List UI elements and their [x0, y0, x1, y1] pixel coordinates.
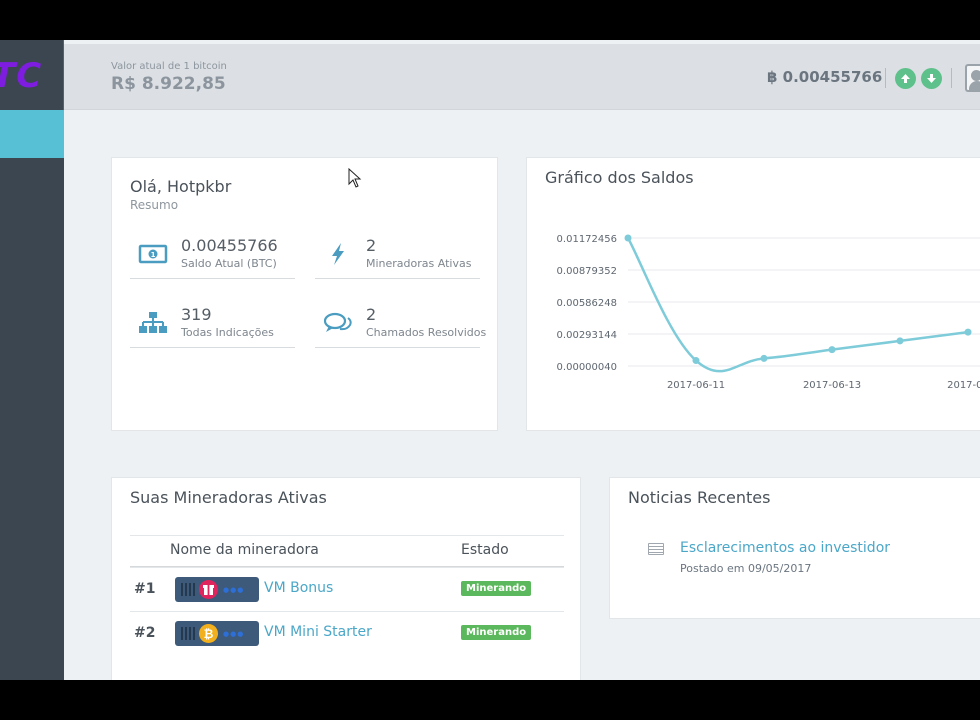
data-point: [964, 328, 972, 336]
avatar-body-icon: [969, 81, 980, 90]
bitcoin-coin-icon: ₿: [199, 624, 218, 643]
stat-active-miners: 2 Mineradoras Ativas: [315, 235, 480, 279]
miners-title: Suas Mineradoras Ativas: [130, 488, 327, 507]
stat-value: 2: [366, 305, 377, 324]
data-point: [624, 234, 632, 242]
table-header: Nome da mineradora Estado: [130, 535, 564, 567]
stat-label: Chamados Resolvidos: [366, 326, 487, 339]
news-date: Postado em 09/05/2017: [680, 562, 812, 575]
avatar-head-icon: [971, 70, 980, 81]
column-header-state: Estado: [461, 542, 509, 558]
data-point: [896, 337, 904, 345]
balance-chart-panel: Gráfico dos Saldos 0.00000040 0.00293144 0…: [526, 157, 980, 431]
stat-tickets: 2 Chamados Resolvidos: [315, 304, 486, 348]
newspaper-icon: [648, 543, 664, 555]
deposit-button[interactable]: [895, 68, 916, 89]
y-tick-label: 0.01172456: [557, 234, 617, 245]
btc-price-value: R$ 8.922,85: [111, 74, 226, 94]
miner-thumbnail: ●●●: [175, 577, 259, 602]
data-point: [760, 354, 768, 362]
miner-name-link[interactable]: VM Mini Starter: [264, 624, 372, 640]
stat-value: 0.00455766: [181, 236, 278, 255]
data-point: [692, 357, 700, 365]
news-title: Noticias Recentes: [628, 488, 771, 507]
news-item: Esclarecimentos ao investidor Postado em…: [648, 540, 978, 581]
table-row: #2 ₿ ●●● VM Mini Starter Minerando: [130, 611, 564, 655]
stat-balance: 1 0.00455766 Saldo Atual (BTC): [130, 235, 295, 279]
gift-coin-icon: [199, 580, 218, 599]
btc-balance: ฿ 0.00455766: [767, 68, 883, 86]
avatar[interactable]: [965, 64, 980, 92]
stat-label: Saldo Atual (BTC): [181, 257, 277, 270]
sitemap-icon: [139, 312, 167, 333]
table-row: #1 ●●● VM Bonus Minerando: [130, 567, 564, 611]
x-tick-label: 2017-06-11: [667, 380, 725, 391]
topbar-divider: [885, 68, 886, 88]
status-badge: Minerando: [461, 581, 532, 596]
mouse-cursor-icon: [348, 168, 362, 188]
active-miners-panel: Suas Mineradoras Ativas Nome da minerado…: [111, 477, 581, 680]
status-badge: Minerando: [461, 625, 532, 640]
sidebar-item-active[interactable]: [0, 110, 64, 158]
arrow-up-icon: [901, 74, 910, 83]
letterbox-bottom: [0, 680, 980, 720]
stat-value: 319: [181, 305, 212, 324]
svg-text:₿: ₿: [204, 627, 214, 641]
y-tick-label: 0.00879352: [557, 266, 617, 277]
stat-label: Mineradoras Ativas: [366, 257, 472, 270]
letterbox-top: [0, 0, 980, 40]
series-line: [626, 237, 969, 373]
miner-number: #2: [134, 625, 156, 641]
balance-chart: 0.00000040 0.00293144 0.00586248 0.00879352…: [557, 234, 980, 391]
stat-value: 2: [366, 236, 377, 255]
miners-table: Nome da mineradora Estado #1 ●●● VM Bonu…: [130, 535, 564, 655]
x-tick-label: 2017-06-13: [803, 380, 861, 391]
summary-subtitle: Resumo: [130, 198, 179, 212]
logo-text: TC: [0, 56, 43, 96]
y-tick-label: 0.00586248: [557, 298, 617, 309]
app-window: TC Valor atual de 1 bitcoin R$ 8.922,85 …: [0, 40, 980, 680]
stat-label: Todas Indicações: [181, 326, 274, 339]
x-tick-label: 2017-06: [947, 380, 980, 391]
bolt-icon: [332, 243, 344, 265]
news-link[interactable]: Esclarecimentos ao investidor: [680, 540, 890, 556]
miner-thumbnail: ₿ ●●●: [175, 621, 259, 646]
miner-number: #1: [134, 581, 156, 597]
money-icon: 1: [138, 244, 168, 264]
y-tick-label: 0.00293144: [557, 330, 617, 341]
greeting: Olá, Hotpkbr: [130, 177, 232, 196]
withdraw-button[interactable]: [921, 68, 942, 89]
data-point: [828, 346, 836, 354]
miner-name-link[interactable]: VM Bonus: [264, 580, 333, 596]
logo[interactable]: TC: [0, 40, 64, 110]
news-panel: Noticias Recentes Esclarecimentos ao inv…: [609, 477, 980, 619]
arrow-down-icon: [927, 74, 936, 83]
svg-text:1: 1: [151, 251, 156, 259]
sidebar: TC: [0, 40, 64, 680]
topbar-divider: [951, 68, 952, 88]
btc-price-label: Valor atual de 1 bitcoin: [111, 61, 227, 72]
summary-panel: Olá, Hotpkbr Resumo 1 0.00455766 Saldo A…: [111, 157, 498, 431]
y-tick-label: 0.00000040: [557, 362, 617, 373]
comments-icon: [323, 312, 352, 332]
column-header-name: Nome da mineradora: [170, 542, 319, 558]
topbar: Valor atual de 1 bitcoin R$ 8.922,85 ฿ 0…: [64, 44, 980, 110]
stat-referrals: 319 Todas Indicações: [130, 304, 295, 348]
